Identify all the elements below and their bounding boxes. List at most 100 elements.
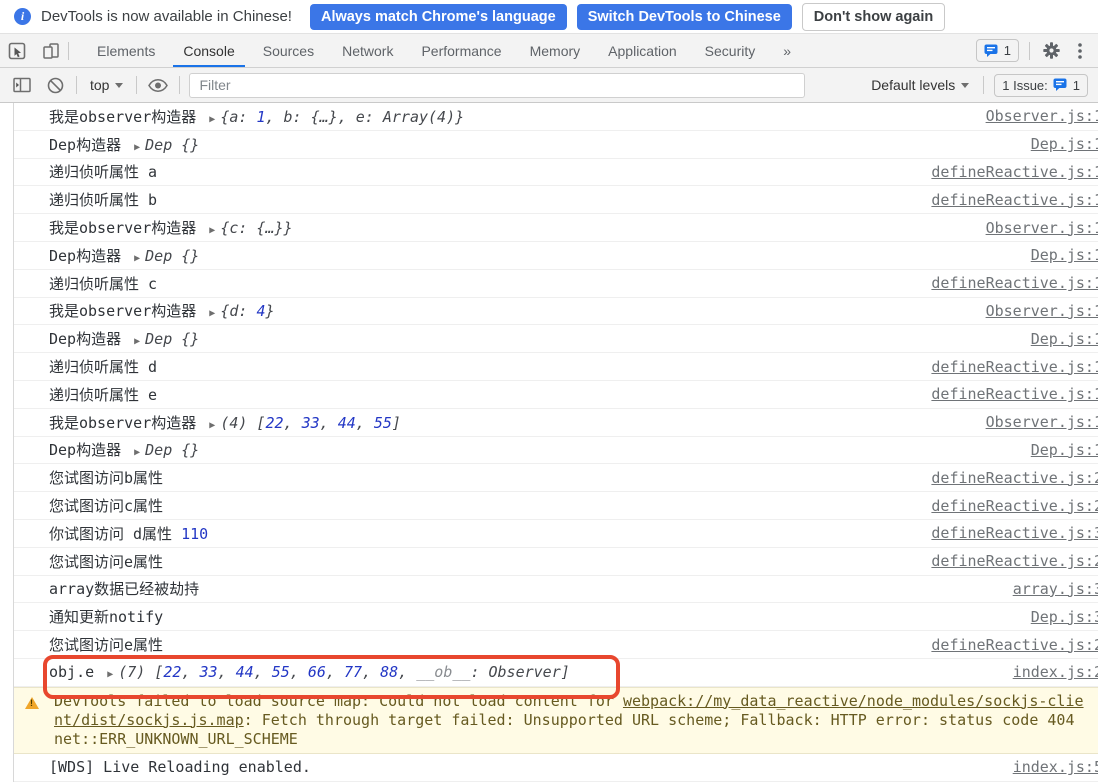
- expand-arrow-icon[interactable]: ▶: [130, 447, 145, 458]
- tab-network[interactable]: Network: [328, 34, 407, 67]
- console-message-text: 我是observer构造器 ▶ {a: 1, b: {…}, e: Array(4…: [49, 106, 464, 127]
- message-segment: ,: [362, 663, 381, 682]
- source-link[interactable]: defineReactive.js:3: [931, 524, 1098, 542]
- message-segment: Dep {}: [145, 246, 200, 265]
- message-segment: 33: [301, 413, 320, 432]
- clear-console-icon[interactable]: [43, 73, 67, 97]
- source-link[interactable]: index.js:2: [1013, 663, 1098, 681]
- message-segment: 递归侦听属性 d: [49, 358, 158, 377]
- console-message-text: 您试图访问e属性: [49, 551, 163, 572]
- expand-arrow-icon[interactable]: ▶: [130, 142, 145, 153]
- switch-devtools-chinese-button[interactable]: Switch DevTools to Chinese: [576, 3, 792, 30]
- divider: [68, 41, 69, 60]
- tab-more-panels[interactable]: »: [769, 34, 805, 67]
- tab-elements[interactable]: Elements: [83, 34, 169, 67]
- console-message-text: 我是observer构造器 ▶ (4) [22, 33, 44, 55]: [49, 412, 401, 433]
- source-link[interactable]: defineReactive.js:2: [931, 636, 1098, 654]
- expand-arrow-icon[interactable]: ▶: [130, 336, 145, 347]
- source-link[interactable]: array.js:3: [1013, 580, 1098, 598]
- message-segment: Dep {}: [145, 441, 200, 460]
- expand-arrow-icon[interactable]: ▶: [103, 669, 118, 680]
- console-row: 我是observer构造器 ▶ {c: {…}} Observer.js:1: [14, 214, 1098, 242]
- message-segment: 55: [271, 663, 290, 682]
- log-levels-dropdown[interactable]: Default levels: [867, 77, 973, 93]
- source-link[interactable]: Dep.js:1: [1031, 330, 1098, 348]
- message-segment: ,: [283, 413, 302, 432]
- source-link[interactable]: index.js:5: [1013, 758, 1098, 776]
- source-link[interactable]: defineReactive.js:2: [931, 497, 1098, 515]
- source-link[interactable]: defineReactive.js:1: [931, 385, 1098, 403]
- console-message-text: 递归侦听属性 b: [49, 189, 157, 210]
- message-segment: {a:: [220, 107, 257, 126]
- console-row: 递归侦听属性 b defineReactive.js:1: [14, 186, 1098, 215]
- device-toolbar-icon[interactable]: [34, 34, 68, 67]
- source-link[interactable]: defineReactive.js:1: [931, 358, 1098, 376]
- issue-counter[interactable]: 1 Issue: 1: [994, 73, 1088, 97]
- issue-counter-label: 1 Issue:: [1002, 77, 1048, 93]
- tab-console[interactable]: Console: [169, 34, 248, 67]
- message-segment: Dep构造器: [49, 246, 131, 265]
- source-link[interactable]: Observer.js:1: [986, 219, 1098, 237]
- expand-arrow-icon[interactable]: ▶: [205, 420, 220, 431]
- source-link[interactable]: defineReactive.js:2: [931, 552, 1098, 570]
- source-map-link[interactable]: webpack://my_data_reactive/node_modules/…: [623, 692, 1084, 710]
- message-segment: array数据已经被劫持: [49, 580, 200, 599]
- message-segment: [WDS] Live Reloading enabled.: [49, 758, 311, 777]
- expand-arrow-icon[interactable]: ▶: [205, 308, 220, 319]
- tab-performance[interactable]: Performance: [407, 34, 515, 67]
- warning-line: net::ERR_UNKNOWN_URL_SCHEME: [54, 730, 1098, 749]
- source-map-link[interactable]: nt/dist/sockjs.js.map: [54, 711, 244, 729]
- more-options-dots-icon[interactable]: [1072, 42, 1088, 59]
- message-segment: 你试图访问 d属性: [49, 524, 182, 543]
- message-bubble-icon: [984, 44, 998, 57]
- console-message-text: 我是observer构造器 ▶ {d: 4}: [49, 300, 275, 321]
- expand-arrow-icon[interactable]: ▶: [130, 253, 145, 264]
- message-segment: 我是observer构造器: [49, 302, 206, 321]
- issues-badge[interactable]: 1: [975, 39, 1019, 62]
- always-match-language-button[interactable]: Always match Chrome's language: [309, 3, 567, 30]
- tab-security[interactable]: Security: [691, 34, 770, 67]
- source-link[interactable]: defineReactive.js:1: [931, 191, 1098, 209]
- message-segment: ,: [355, 413, 374, 432]
- warning-line: DevTools failed to load source map: Coul…: [54, 692, 1098, 711]
- console-message-text: Dep构造器 ▶ Dep {}: [49, 328, 199, 349]
- source-link[interactable]: defineReactive.js:2: [931, 469, 1098, 487]
- dont-show-again-button[interactable]: Don't show again: [801, 2, 946, 31]
- filter-input[interactable]: [189, 72, 806, 98]
- message-segment: ,: [181, 663, 200, 682]
- context-selector-dropdown[interactable]: top: [86, 77, 127, 93]
- message-segment: 您试图访问e属性: [49, 552, 164, 571]
- source-link[interactable]: Dep.js:3: [1031, 608, 1098, 626]
- eye-icon[interactable]: [146, 73, 170, 97]
- console-warning: DevTools failed to load source map: Coul…: [14, 686, 1098, 754]
- console-row: 我是observer构造器 ▶ {a: 1, b: {…}, e: Array(4…: [14, 103, 1098, 131]
- console-row: 你试图访问 d属性 110 defineReactive.js:3: [14, 520, 1098, 548]
- expand-arrow-icon[interactable]: ▶: [205, 225, 220, 236]
- inspect-element-icon[interactable]: [0, 34, 34, 67]
- console-message-text: 递归侦听属性 c: [49, 273, 157, 294]
- console-row: Dep构造器 ▶ Dep {} Dep.js:1: [14, 131, 1098, 159]
- console-messages-area: 我是observer构造器 ▶ {a: 1, b: {…}, e: Array(4…: [13, 103, 1098, 782]
- console-message-text: 递归侦听属性 e: [49, 384, 157, 405]
- tab-sources[interactable]: Sources: [249, 34, 328, 67]
- source-link[interactable]: Observer.js:1: [986, 413, 1098, 431]
- message-segment: Dep构造器: [49, 441, 131, 460]
- source-link[interactable]: Dep.js:1: [1031, 246, 1098, 264]
- tab-memory[interactable]: Memory: [516, 34, 595, 67]
- source-link[interactable]: Observer.js:1: [986, 302, 1098, 320]
- message-segment: Dep构造器: [49, 330, 131, 349]
- tab-application[interactable]: Application: [594, 34, 691, 67]
- message-segment: 您试图访问c属性: [49, 497, 164, 516]
- message-segment: 66: [307, 663, 326, 682]
- settings-gear-icon[interactable]: [1040, 42, 1062, 59]
- expand-arrow-icon[interactable]: ▶: [205, 114, 220, 125]
- source-link[interactable]: defineReactive.js:1: [931, 274, 1098, 292]
- message-segment: ,: [398, 663, 417, 682]
- source-link[interactable]: Dep.js:1: [1031, 441, 1098, 459]
- message-segment: ,: [325, 663, 344, 682]
- source-link[interactable]: defineReactive.js:1: [931, 163, 1098, 181]
- source-link[interactable]: Dep.js:1: [1031, 135, 1098, 153]
- source-link[interactable]: Observer.js:1: [986, 107, 1098, 125]
- console-sidebar-toggle-icon[interactable]: [10, 73, 34, 97]
- console-message-text: 通知更新notify: [49, 606, 163, 627]
